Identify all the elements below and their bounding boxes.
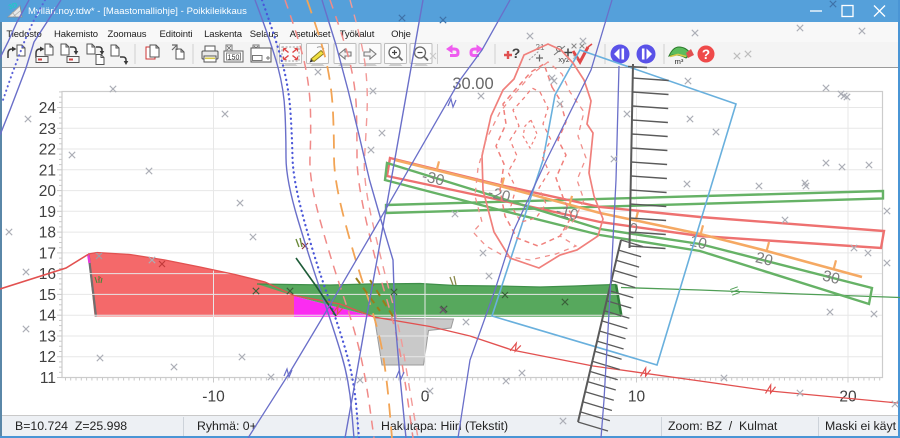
svg-text:30.00: 30.00 bbox=[452, 75, 493, 93]
svg-text:21: 21 bbox=[39, 162, 56, 179]
svg-text:30: 30 bbox=[821, 268, 842, 289]
svg-text:24: 24 bbox=[39, 100, 57, 117]
svg-text:10: 10 bbox=[628, 389, 646, 406]
svg-text:20: 20 bbox=[754, 249, 775, 270]
svg-text:13: 13 bbox=[39, 328, 56, 345]
svg-text:12: 12 bbox=[39, 349, 56, 366]
svg-text:11: 11 bbox=[40, 370, 56, 387]
svg-text:17: 17 bbox=[39, 245, 56, 262]
svg-text:-10: -10 bbox=[202, 389, 225, 406]
svg-text:20: 20 bbox=[839, 389, 857, 406]
svg-text:20: 20 bbox=[39, 183, 57, 200]
svg-text:14: 14 bbox=[39, 308, 57, 325]
svg-text:22: 22 bbox=[39, 142, 56, 159]
svg-text:18: 18 bbox=[39, 225, 56, 242]
svg-text:15: 15 bbox=[39, 287, 56, 304]
svg-text:19: 19 bbox=[39, 204, 56, 221]
svg-text:0: 0 bbox=[421, 389, 430, 406]
svg-text:23: 23 bbox=[39, 121, 56, 138]
